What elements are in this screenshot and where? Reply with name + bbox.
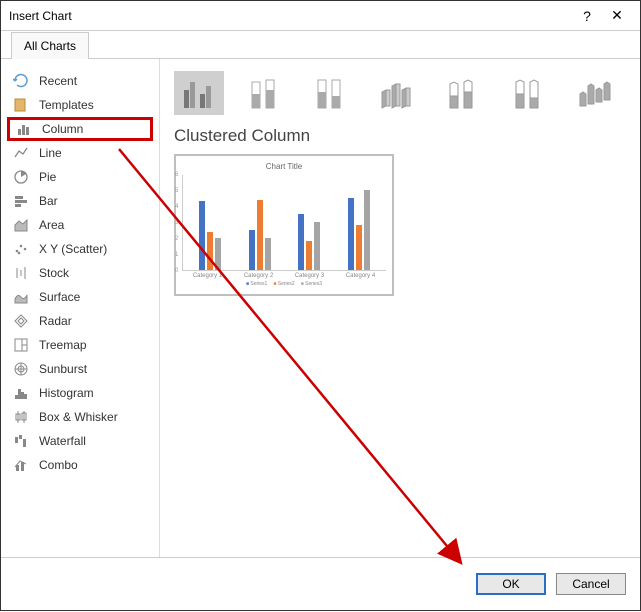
bar: [207, 232, 213, 270]
subtype-3d-100-stacked-column[interactable]: [504, 71, 554, 115]
bar: [314, 222, 320, 270]
sunburst-icon: [13, 361, 29, 377]
sidebar-item-label: Sunburst: [39, 362, 87, 376]
sidebar-item-label: Bar: [39, 194, 58, 208]
area-icon: [13, 217, 29, 233]
bar: [356, 225, 362, 270]
ok-button[interactable]: OK: [476, 573, 546, 595]
bar: [265, 238, 271, 270]
sidebar-item-recent[interactable]: Recent: [7, 69, 153, 93]
help-button[interactable]: ?: [572, 8, 602, 24]
sidebar-item-label: Radar: [39, 314, 72, 328]
chart-preview[interactable]: Chart Title 0123456 Category 1Category 2…: [174, 154, 394, 296]
sidebar-item-pie[interactable]: Pie: [7, 165, 153, 189]
sidebar-item-label: Pie: [39, 170, 56, 184]
preview-x-labels: Category 1Category 2Category 3Category 4: [182, 273, 386, 279]
histogram-icon: [13, 385, 29, 401]
sidebar-item-column[interactable]: Column: [7, 117, 153, 141]
bar: [257, 200, 263, 270]
sidebar-item-label: Line: [39, 146, 62, 160]
surface-icon: [13, 289, 29, 305]
sidebar-item-histogram[interactable]: Histogram: [7, 381, 153, 405]
tab-all-charts[interactable]: All Charts: [11, 32, 89, 59]
preview-chart-area: 0123456: [182, 175, 386, 271]
sidebar-item-stock[interactable]: Stock: [7, 261, 153, 285]
waterfall-icon: [13, 433, 29, 449]
bar: [249, 230, 255, 270]
main-panel: Clustered Column Chart Title 0123456 Cat…: [159, 59, 640, 557]
boxwhisker-icon: [13, 409, 29, 425]
pie-icon: [13, 169, 29, 185]
sidebar-item-label: Recent: [39, 74, 77, 88]
sidebar-item-label: Combo: [39, 458, 78, 472]
sidebar-item-label: X Y (Scatter): [39, 242, 107, 256]
column-subtype-row: [174, 71, 626, 115]
sidebar-item-label: Column: [42, 122, 83, 136]
stock-icon: [13, 265, 29, 281]
dialog-footer: OK Cancel: [1, 557, 640, 609]
sidebar-item-bar[interactable]: Bar: [7, 189, 153, 213]
treemap-icon: [13, 337, 29, 353]
subtype-3d-column[interactable]: [570, 71, 620, 115]
preview-legend: Series1Series2Series3: [182, 281, 386, 287]
sidebar-item-label: Box & Whisker: [39, 410, 118, 424]
sidebar-item-radar[interactable]: Radar: [7, 309, 153, 333]
window-title: Insert Chart: [9, 9, 572, 23]
tab-strip: All Charts: [1, 31, 640, 59]
close-button[interactable]: ✕: [602, 7, 632, 24]
sidebar-item-label: Waterfall: [39, 434, 86, 448]
bar: [348, 198, 354, 270]
sidebar-item-treemap[interactable]: Treemap: [7, 333, 153, 357]
chart-type-sidebar: Recent Templates Column Line Pie Bar: [1, 59, 159, 557]
sidebar-item-label: Area: [39, 218, 64, 232]
sidebar-item-surface[interactable]: Surface: [7, 285, 153, 309]
sidebar-item-label: Histogram: [39, 386, 94, 400]
sidebar-item-templates[interactable]: Templates: [7, 93, 153, 117]
subtype-100-stacked-column[interactable]: [306, 71, 356, 115]
combo-icon: [13, 457, 29, 473]
column-icon: [16, 121, 32, 137]
preview-title: Chart Title: [182, 162, 386, 171]
sidebar-item-label: Treemap: [39, 338, 87, 352]
radar-icon: [13, 313, 29, 329]
sidebar-item-boxwhisker[interactable]: Box & Whisker: [7, 405, 153, 429]
scatter-icon: [13, 241, 29, 257]
line-icon: [13, 145, 29, 161]
subtype-heading: Clustered Column: [174, 125, 626, 146]
bar: [199, 201, 205, 270]
sidebar-item-waterfall[interactable]: Waterfall: [7, 429, 153, 453]
sidebar-item-combo[interactable]: Combo: [7, 453, 153, 477]
sidebar-item-sunburst[interactable]: Sunburst: [7, 357, 153, 381]
insert-chart-dialog: Insert Chart ? ✕ All Charts Recent Templ…: [0, 0, 641, 611]
sidebar-item-label: Surface: [39, 290, 80, 304]
bar: [364, 190, 370, 270]
subtype-3d-stacked-column[interactable]: [438, 71, 488, 115]
templates-icon: [13, 97, 29, 113]
sidebar-item-area[interactable]: Area: [7, 213, 153, 237]
bar: [298, 214, 304, 270]
sidebar-item-label: Templates: [39, 98, 94, 112]
bar: [215, 238, 221, 270]
subtype-stacked-column[interactable]: [240, 71, 290, 115]
bar-icon: [13, 193, 29, 209]
bar: [306, 241, 312, 270]
sidebar-item-scatter[interactable]: X Y (Scatter): [7, 237, 153, 261]
sidebar-item-line[interactable]: Line: [7, 141, 153, 165]
dialog-body: Recent Templates Column Line Pie Bar: [1, 59, 640, 557]
sidebar-item-label: Stock: [39, 266, 69, 280]
subtype-clustered-column[interactable]: [174, 71, 224, 115]
recent-icon: [13, 73, 29, 89]
subtype-3d-clustered-column[interactable]: [372, 71, 422, 115]
titlebar: Insert Chart ? ✕: [1, 1, 640, 31]
cancel-button[interactable]: Cancel: [556, 573, 626, 595]
